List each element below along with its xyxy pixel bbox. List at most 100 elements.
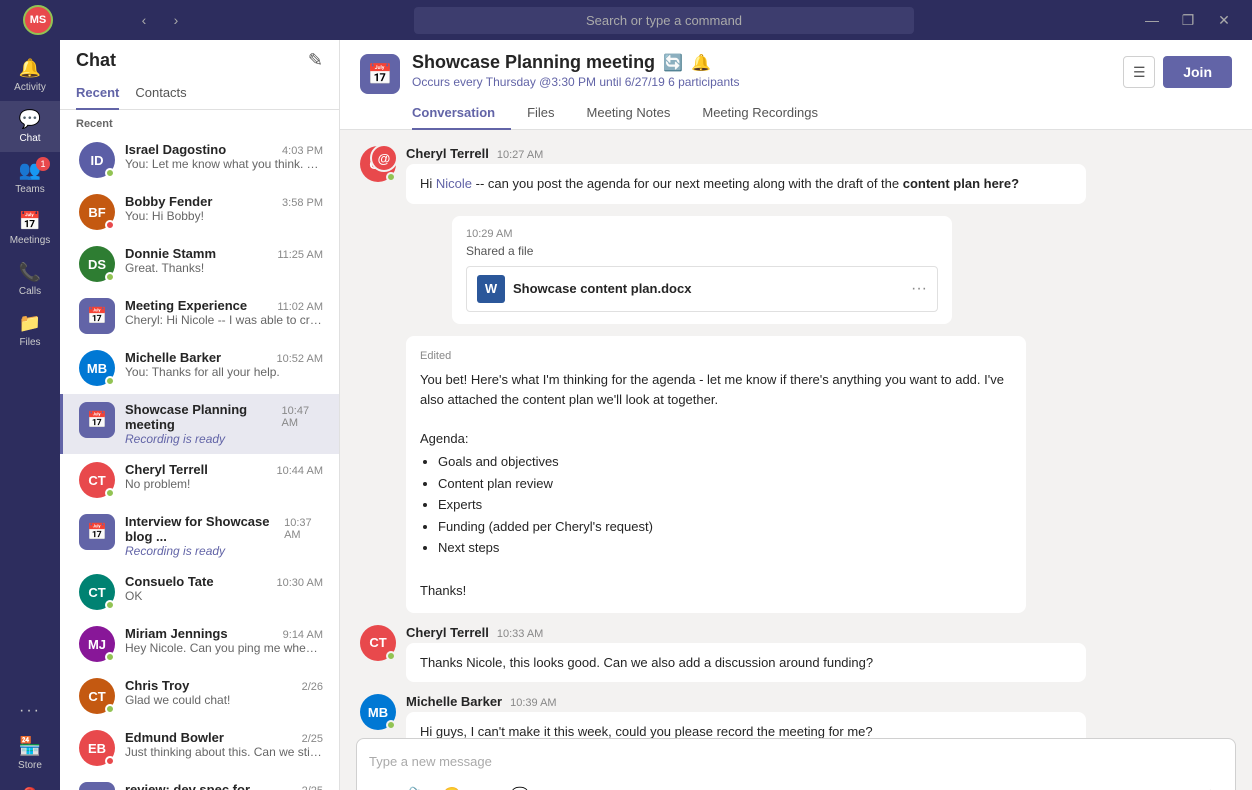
- calls-icon: 📞: [19, 262, 41, 283]
- chat-icon: 💬: [19, 109, 41, 130]
- chat-info: Meeting Experience 11:02 AM Cheryl: Hi N…: [125, 298, 323, 327]
- agenda-item: Experts: [438, 495, 1012, 515]
- mention: Nicole: [436, 176, 472, 191]
- agenda-item: Next steps: [438, 538, 1012, 558]
- edited-label: Edited: [420, 348, 1012, 365]
- sidebar-item-help[interactable]: ❓ Help: [0, 779, 60, 790]
- message-bubble: Thanks Nicole, this looks good. Can we a…: [406, 643, 1086, 683]
- sidebar-label-chat: Chat: [19, 133, 40, 144]
- file-card[interactable]: W Showcase content plan.docx ···: [466, 266, 938, 312]
- tab-conversation[interactable]: Conversation: [412, 97, 511, 130]
- agenda-list: Goals and objectives Content plan review…: [420, 452, 1012, 558]
- chat-info: Interview for Showcase blog ... 10:37 AM…: [125, 514, 323, 558]
- list-item-showcase-planning[interactable]: 📅 Showcase Planning meeting 10:47 AM Rec…: [60, 394, 339, 454]
- list-item[interactable]: 📅 Meeting Experience 11:02 AM Cheryl: Hi…: [60, 290, 339, 342]
- meeting-header-right: ☰ Join: [1123, 52, 1232, 88]
- sidebar-label-activity: Activity: [14, 82, 46, 93]
- chat-info: Consuelo Tate 10:30 AM OK: [125, 574, 323, 603]
- meeting-tabs: Conversation Files Meeting Notes Meeting…: [412, 97, 834, 129]
- main-content: 📅 Showcase Planning meeting 🔄 🔔 Occurs e…: [340, 40, 1252, 790]
- close-button[interactable]: ✕: [1208, 0, 1240, 40]
- message-content: Cheryl Terrell 10:33 AM Thanks Nicole, t…: [406, 625, 1232, 683]
- meeting-icon: 📅: [79, 298, 115, 334]
- list-item[interactable]: MB Michelle Barker 10:52 AM You: Thanks …: [60, 342, 339, 394]
- message-input[interactable]: [369, 747, 1223, 775]
- avatar: CT: [79, 574, 115, 610]
- meeting-header: 📅 Showcase Planning meeting 🔄 🔔 Occurs e…: [340, 40, 1252, 130]
- send-button[interactable]: ➤: [1208, 785, 1223, 790]
- sidebar-item-chat[interactable]: 💬 Chat: [0, 101, 60, 152]
- sidebar-item-teams[interactable]: 👥 Teams 1: [0, 152, 60, 203]
- nav-forward-button[interactable]: ›: [160, 0, 192, 40]
- sidebar-item-meetings[interactable]: 📅 Meetings: [0, 203, 60, 254]
- tab-recent[interactable]: Recent: [76, 77, 119, 110]
- message-time: 10:27 AM: [497, 149, 543, 161]
- input-toolbar: A 📎 😊 GIF 💬 ··· ➤: [369, 781, 1223, 790]
- sticker-button[interactable]: 💬: [505, 781, 535, 790]
- file-share-bubble: 10:29 AM Shared a file W Showcase conten…: [452, 216, 952, 324]
- chat-area: CT @ Cheryl Terrell 10:27 AM Hi Nicole -…: [340, 130, 1252, 738]
- list-item[interactable]: CT Chris Troy 2/26 Glad we could chat!: [60, 670, 339, 722]
- sidebar-item-files[interactable]: 📁 Files: [0, 305, 60, 356]
- file-share-container: 10:29 AM Shared a file W Showcase conten…: [406, 216, 1232, 324]
- list-item[interactable]: CT Cheryl Terrell 10:44 AM No problem!: [60, 454, 339, 506]
- activity-icon: 🔔: [19, 58, 41, 79]
- bell-icon[interactable]: 🔔: [691, 53, 711, 73]
- gif-button[interactable]: GIF: [471, 781, 501, 790]
- search-input[interactable]: [414, 7, 914, 34]
- list-item[interactable]: DS Donnie Stamm 11:25 AM Great. Thanks!: [60, 238, 339, 290]
- chat-list: ID Israel Dagostino 4:03 PM You: Let me …: [60, 134, 339, 790]
- status-badge: [386, 651, 396, 661]
- avatar: ID: [79, 142, 115, 178]
- file-share-label: Shared a file: [466, 244, 938, 258]
- sidebar-item-activity[interactable]: 🔔 Activity: [0, 50, 60, 101]
- tab-meeting-notes[interactable]: Meeting Notes: [571, 97, 687, 130]
- status-badge: [105, 704, 115, 714]
- compose-icon[interactable]: ✎: [308, 50, 323, 71]
- list-item[interactable]: ID Israel Dagostino 4:03 PM You: Let me …: [60, 134, 339, 186]
- meeting-subtitle: Occurs every Thursday @3:30 PM until 6/2…: [412, 75, 834, 89]
- message-content: Cheryl Terrell 10:27 AM Hi Nicole -- can…: [406, 146, 1232, 204]
- more-icon: ···: [19, 702, 41, 720]
- sidebar-item-calls[interactable]: 📞 Calls: [0, 254, 60, 305]
- maximize-button[interactable]: ❐: [1172, 0, 1204, 40]
- emoji-button[interactable]: 😊: [437, 781, 467, 790]
- tab-meeting-recordings[interactable]: Meeting Recordings: [686, 97, 834, 130]
- minimize-button[interactable]: —: [1136, 0, 1168, 40]
- panel-title: Chat: [76, 50, 116, 71]
- nav-buttons: ‹ ›: [128, 0, 192, 40]
- tab-contacts[interactable]: Contacts: [135, 77, 186, 110]
- list-item[interactable]: CT Consuelo Tate 10:30 AM OK: [60, 566, 339, 618]
- tab-files[interactable]: Files: [511, 97, 570, 130]
- message-time: 10:39 AM: [510, 697, 556, 709]
- more-tools-button[interactable]: ···: [539, 781, 569, 790]
- avatar: CT: [360, 625, 396, 661]
- message-bubble: Hi Nicole -- can you post the agenda for…: [406, 164, 1086, 204]
- meeting-title: Showcase Planning meeting: [412, 52, 655, 73]
- attach-button[interactable]: 📎: [403, 781, 433, 790]
- sidebar-label-store: Store: [18, 760, 42, 771]
- join-button[interactable]: Join: [1163, 56, 1232, 88]
- word-icon: W: [477, 275, 505, 303]
- sync-icon[interactable]: 🔄: [663, 53, 683, 73]
- user-avatar[interactable]: MS: [23, 5, 53, 35]
- nav-back-button[interactable]: ‹: [128, 0, 160, 40]
- format-button[interactable]: A: [369, 781, 399, 790]
- list-item[interactable]: 📅 review: dev spec for Showcase "L... 2/…: [60, 774, 339, 790]
- avatar: CT: [79, 462, 115, 498]
- sidebar-label-teams: Teams: [15, 184, 44, 195]
- titlebar: MS ‹ › — ❐ ✕: [0, 0, 1252, 40]
- list-item[interactable]: 📅 Interview for Showcase blog ... 10:37 …: [60, 506, 339, 566]
- file-more-button[interactable]: ···: [911, 280, 927, 298]
- list-button[interactable]: ☰: [1123, 56, 1155, 88]
- agenda-item: Content plan review: [438, 474, 1012, 494]
- status-badge: [105, 220, 115, 230]
- status-badge: [105, 272, 115, 282]
- sidebar-item-store[interactable]: 🏪 Store: [0, 728, 60, 779]
- list-item[interactable]: EB Edmund Bowler 2/25 Just thinking abou…: [60, 722, 339, 774]
- list-item[interactable]: BF Bobby Fender 3:58 PM You: Hi Bobby!: [60, 186, 339, 238]
- chat-info: Showcase Planning meeting 10:47 AM Recor…: [125, 402, 323, 446]
- sidebar-item-more[interactable]: ···: [0, 694, 60, 728]
- list-item[interactable]: MJ Miriam Jennings 9:14 AM Hey Nicole. C…: [60, 618, 339, 670]
- message-content: Michelle Barker 10:39 AM Hi guys, I can'…: [406, 694, 1232, 738]
